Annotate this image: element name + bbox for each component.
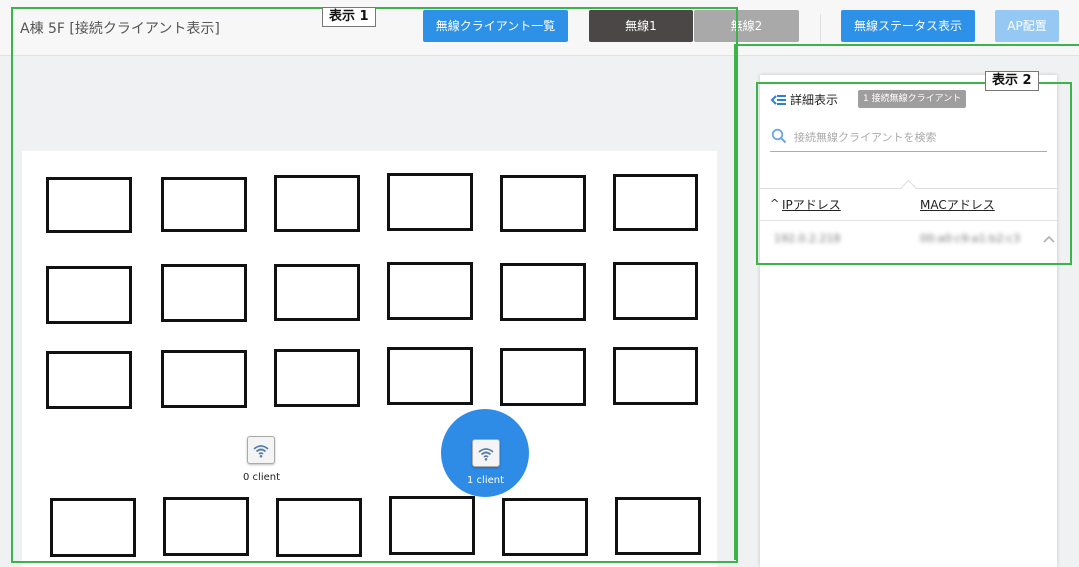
- top-toolbar: A棟 5F [接続クライアント表示] 無線クライアント一覧 無線1 無線2 無線…: [0, 0, 1079, 56]
- desk: [161, 177, 247, 232]
- desk: [274, 264, 360, 321]
- detail-panel: 詳細表示 1 接続無線クライアント ^ IPアドレス MACアドレス 192.0…: [760, 75, 1057, 567]
- wireless-status-button[interactable]: 無線ステータス表示: [841, 10, 975, 42]
- desk: [500, 263, 586, 321]
- ap-client-count-label: 1 client: [467, 475, 505, 486]
- annotation-connector-top: [734, 44, 1079, 46]
- desk: [161, 350, 247, 408]
- desk: [50, 498, 136, 557]
- desk: [500, 175, 586, 232]
- search-icon: [771, 128, 787, 144]
- desk: [161, 264, 247, 322]
- desk: [46, 266, 132, 324]
- client-ip-value: 192.0.2.218: [774, 232, 841, 245]
- access-point-2[interactable]: [472, 439, 500, 467]
- desk: [502, 498, 588, 556]
- desk: [163, 497, 249, 556]
- tab-wireless1[interactable]: 無線1: [589, 10, 693, 42]
- desk: [274, 349, 360, 407]
- annotation-connector-side: [734, 44, 736, 560]
- toolbar-divider: [820, 14, 821, 42]
- column-header-ip[interactable]: IPアドレス: [782, 196, 841, 213]
- table-notch: [900, 179, 917, 196]
- wireless-client-list-button[interactable]: 無線クライアント一覧: [423, 10, 568, 42]
- sort-asc-icon: ^: [770, 197, 780, 210]
- desk: [613, 347, 698, 405]
- search-box: [770, 123, 1047, 152]
- access-point-1[interactable]: [247, 436, 275, 464]
- scroll-up-icon[interactable]: [1042, 233, 1056, 247]
- wifi-icon: [478, 448, 494, 461]
- desk: [46, 351, 132, 409]
- desk: [387, 262, 473, 320]
- desk: [387, 173, 473, 231]
- client-search-input[interactable]: [792, 126, 1046, 148]
- desk: [613, 262, 698, 320]
- client-mac-value: 00:a0:c9:a1:b2:c3: [920, 232, 1021, 245]
- desk: [500, 348, 586, 406]
- desk: [389, 496, 475, 555]
- table-header-divider: [760, 220, 1057, 221]
- annotation-label-1: 表示 1: [322, 7, 376, 27]
- wifi-icon: [253, 445, 269, 458]
- desk: [615, 497, 701, 555]
- collapse-arrow-icon[interactable]: [770, 93, 786, 107]
- desk: [46, 177, 132, 233]
- desk: [613, 174, 698, 231]
- desk: [274, 175, 360, 232]
- ap-placement-button[interactable]: AP配置: [995, 10, 1059, 42]
- tab-wireless2[interactable]: 無線2: [694, 10, 799, 42]
- annotation-label-2: 表示 2: [985, 71, 1039, 91]
- detail-title: 詳細表示: [790, 93, 839, 107]
- client-count-badge: 1 接続無線クライアント: [858, 90, 967, 108]
- desk: [387, 347, 473, 405]
- ap-client-count-label: 0 client: [243, 472, 281, 483]
- floor-plan-canvas[interactable]: [22, 151, 717, 567]
- column-header-mac[interactable]: MACアドレス: [920, 196, 995, 213]
- page-title: A棟 5F [接続クライアント表示]: [20, 21, 220, 37]
- desk: [276, 498, 362, 557]
